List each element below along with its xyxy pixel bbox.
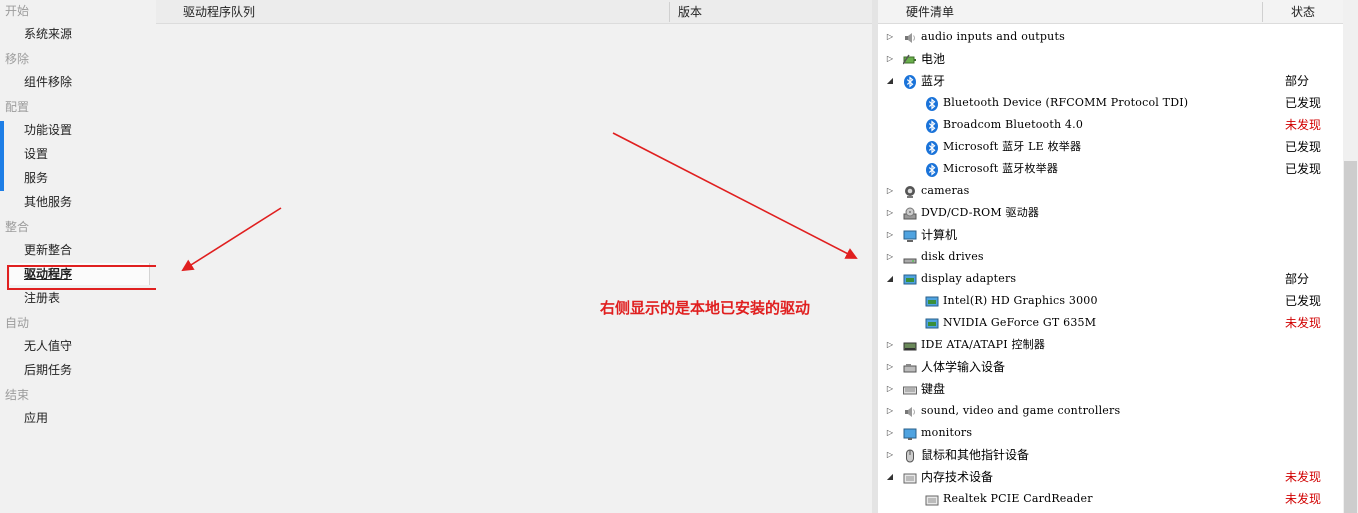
arrow-to-drivers-item	[181, 207, 282, 272]
annotation-arrows	[181, 132, 858, 272]
arrow-to-hardware-list	[612, 132, 858, 259]
